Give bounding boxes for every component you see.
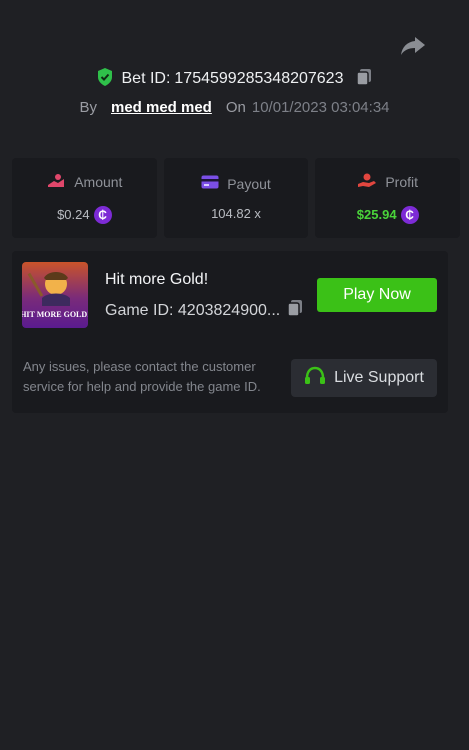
game-title: Hit more Gold! [105, 271, 209, 288]
headset-icon [304, 366, 326, 391]
coin-icon: ₵ [93, 205, 112, 224]
bet-id-value: 1754599285348207623 [174, 70, 344, 87]
amount-stat: Amount $0.24 ₵ [12, 158, 157, 238]
live-support-label: Live Support [334, 369, 424, 386]
live-support-button[interactable]: Live Support [291, 359, 437, 397]
bet-id-row: Bet ID: 1754599285348207623 [0, 66, 469, 92]
thumbnail-title-text: HIT MORE GOLD! [22, 310, 88, 319]
profit-hand-icon [357, 173, 377, 192]
game-id-value: Game ID: 4203824900... [105, 301, 281, 319]
verified-shield-icon [96, 67, 114, 92]
bet-datetime: 10/01/2023 03:04:34 [251, 98, 390, 116]
payout-label: Payout [227, 175, 271, 192]
username-link[interactable]: med med med [111, 99, 212, 116]
share-icon[interactable] [399, 34, 427, 58]
bet-detail-page: Bet ID: 1754599285348207623 By med med m… [0, 0, 469, 750]
copy-game-id-icon[interactable] [286, 299, 304, 322]
by-label: By [79, 98, 97, 116]
on-label: On [225, 98, 246, 116]
copy-bet-id-icon[interactable] [355, 68, 373, 91]
payout-value: 104.82 x [211, 206, 261, 221]
bet-id-label: Bet ID: [121, 70, 171, 87]
bet-meta-row: By med med med On 10/01/2023 03:04:34 [0, 95, 469, 119]
support-notice: Any issues, please contact the customer … [23, 359, 261, 394]
game-id-row: Game ID: 4203824900... [105, 299, 304, 322]
game-card: HIT MORE GOLD! Hit more Gold! Game ID: 4… [12, 251, 448, 413]
profit-label: Profit [385, 174, 419, 190]
profit-value: $25.94 [356, 207, 397, 222]
profit-stat: Profit $25.94 ₵ [315, 158, 461, 238]
payout-card-icon [201, 175, 219, 192]
amount-label: Amount [74, 174, 123, 190]
play-now-button[interactable]: Play Now [317, 278, 437, 312]
coin-icon: ₵ [400, 205, 419, 224]
amount-icon [46, 173, 66, 192]
game-thumbnail[interactable]: HIT MORE GOLD! [22, 262, 88, 328]
bet-stats: Amount $0.24 ₵ Payout 104.82 x Profit $2… [12, 158, 461, 238]
payout-stat: Payout 104.82 x [163, 158, 309, 238]
amount-value: $0.24 [57, 207, 90, 222]
